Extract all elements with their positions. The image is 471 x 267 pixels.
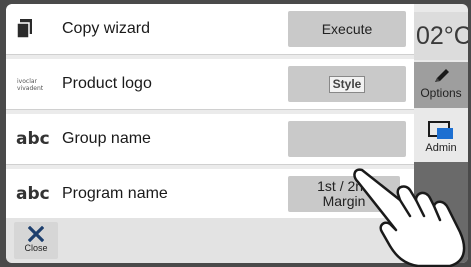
abc-icon: abc (16, 129, 50, 149)
abc-icon: abc (16, 184, 50, 204)
row-copy-wizard: Copy wizard Execute (6, 4, 414, 55)
pen-icon (435, 69, 449, 82)
style-chip: Style (328, 75, 366, 93)
style-button[interactable]: Style (288, 66, 406, 102)
admin-icon (428, 121, 453, 139)
row-group-name: abc Group name (6, 114, 414, 165)
group-name-button[interactable] (288, 121, 406, 157)
copy-icon (16, 4, 34, 54)
close-button[interactable]: Close (14, 222, 58, 259)
svg-text:vivadent: vivadent (17, 85, 44, 91)
execute-button[interactable]: Execute (288, 11, 406, 47)
pointing-hand-icon (353, 168, 466, 267)
admin-button[interactable]: Admin (414, 114, 468, 158)
ivoclar-logo-icon: ivoclar vivadent (16, 59, 48, 109)
options-button[interactable]: Options (414, 62, 468, 108)
row-label: Group name (62, 130, 151, 147)
row-label: Product logo (62, 75, 152, 92)
close-icon (28, 226, 44, 242)
row-label: Copy wizard (62, 20, 151, 37)
svg-text:ivoclar: ivoclar (17, 78, 38, 85)
temperature-readout: 02°C (414, 12, 468, 60)
row-product-logo: ivoclar vivadent Product logo Style (6, 59, 414, 110)
row-label: Program name (62, 185, 168, 202)
